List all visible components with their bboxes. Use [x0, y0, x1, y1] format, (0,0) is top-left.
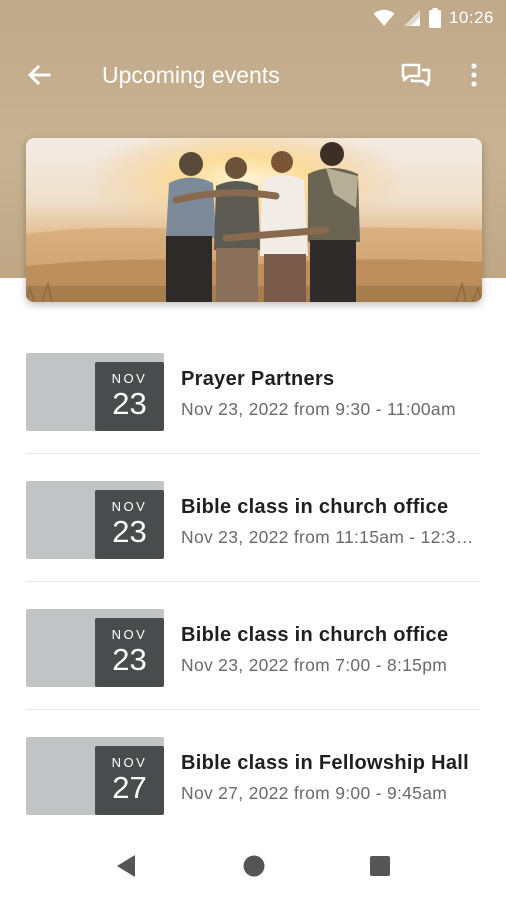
chat-icon[interactable]: [400, 60, 432, 90]
date-badge: NOV 27: [26, 737, 164, 815]
status-time: 10:26: [448, 8, 494, 27]
page-title: Upcoming events: [102, 62, 280, 88]
event-title: Bible class in Fellowship Hall: [181, 752, 469, 774]
system-nav-bar: [0, 830, 506, 900]
date-box: NOV 23: [95, 618, 164, 687]
date-badge: NOV 23: [26, 481, 164, 559]
list-item[interactable]: NOV 23 Bible class in church office Nov …: [0, 582, 506, 710]
date-badge: NOV 23: [26, 353, 164, 431]
arrow-back-icon[interactable]: [24, 60, 54, 90]
nav-home-icon[interactable]: [242, 854, 266, 883]
event-month: NOV: [111, 371, 148, 386]
date-box: NOV 23: [95, 490, 164, 559]
event-subtitle: Nov 27, 2022 from 9:00 - 9:45am: [181, 783, 448, 803]
list-item[interactable]: NOV 23 Prayer Partners Nov 23, 2022 from…: [0, 326, 506, 454]
event-title: Prayer Partners: [181, 368, 335, 390]
date-box: NOV 27: [95, 746, 164, 815]
event-month: NOV: [111, 627, 148, 642]
event-list: NOV 23 Prayer Partners Nov 23, 2022 from…: [0, 326, 506, 838]
date-badge: NOV 23: [26, 609, 164, 687]
nav-back-icon[interactable]: [115, 854, 137, 883]
event-day: 23: [112, 514, 147, 549]
list-item[interactable]: NOV 23 Bible class in church office Nov …: [0, 454, 506, 582]
event-day: 27: [112, 770, 147, 805]
battery-icon: [428, 8, 441, 28]
event-day: 23: [112, 642, 147, 677]
event-title: Bible class in church office: [181, 496, 449, 518]
event-subtitle: Nov 23, 2022 from 9:30 - 11:00am: [181, 399, 456, 419]
event-title: Bible class in church office: [181, 624, 449, 646]
list-item[interactable]: NOV 27 Bible class in Fellowship Hall No…: [0, 710, 506, 838]
signal-icon: [403, 9, 421, 27]
banner-image: [26, 138, 482, 302]
event-month: NOV: [111, 499, 148, 514]
event-month: NOV: [111, 755, 148, 770]
date-box: NOV 23: [95, 362, 164, 431]
event-subtitle: Nov 23, 2022 from 11:15am - 12:30pm: [181, 527, 481, 547]
more-vert-icon[interactable]: [464, 60, 484, 90]
wifi-icon: [373, 9, 395, 27]
app-bar: Upcoming events: [0, 44, 506, 106]
status-bar: 10:26: [0, 0, 506, 36]
nav-recents-icon[interactable]: [369, 854, 391, 883]
event-day: 23: [112, 386, 147, 421]
event-subtitle: Nov 23, 2022 from 7:00 - 8:15pm: [181, 655, 448, 675]
